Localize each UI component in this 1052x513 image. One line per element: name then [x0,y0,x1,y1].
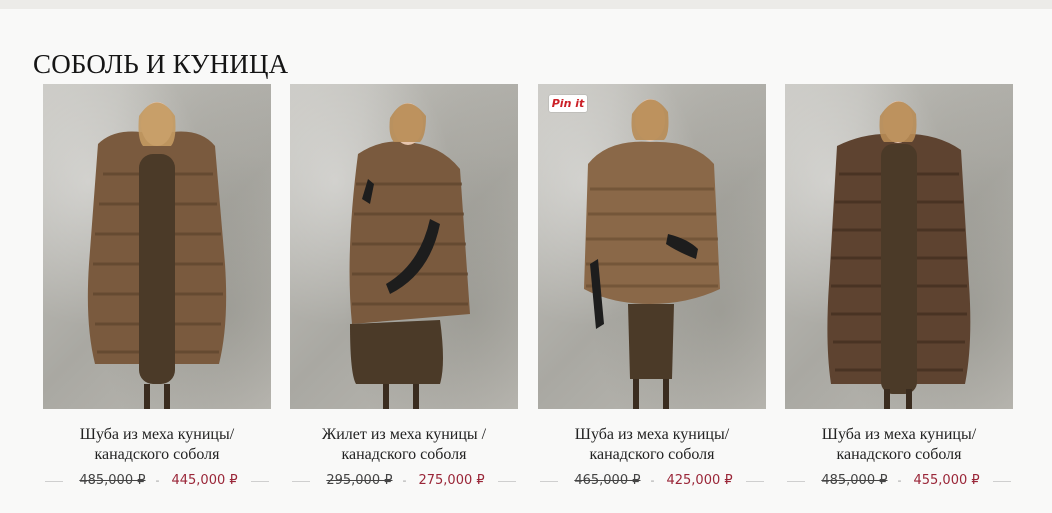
product-image[interactable]: Pin it [538,84,766,409]
product-image[interactable] [785,84,1013,409]
product-name[interactable]: Шуба из меха куницы/ канадского соболя [785,425,1013,465]
model-illustration [349,103,470,409]
price-separator: - [650,474,655,487]
product-name-line1: Жилет из меха куницы / [321,426,487,443]
price-separator: - [897,474,902,487]
price-divider-left [45,480,64,482]
top-bar [0,0,1052,9]
product-name-line1: Шуба из меха куницы/ [574,426,730,443]
product-name-line2: канадского соболя [836,446,962,463]
price-divider-right [497,480,516,482]
price-row: 295,000 ₽ - 275,000 ₽ [290,473,518,489]
price-divider-right [250,480,269,482]
model-illustration [87,102,227,409]
sale-price: 455,000 ₽ [913,473,980,488]
product-name[interactable]: Шуба из меха куницы/ канадского соболя [43,425,271,465]
price-divider-left [540,480,559,482]
product-name-line1: Шуба из меха куницы/ [821,426,977,443]
product-card[interactable]: Шуба из меха куницы/ канадского соболя 4… [785,84,1013,489]
price-divider-right [992,480,1011,482]
model-illustration [584,99,720,409]
price-separator: - [402,474,407,487]
old-price: 465,000 ₽ [574,473,641,488]
price-row: 485,000 ₽ - 445,000 ₽ [43,473,271,489]
price-divider-left [292,480,311,482]
product-name-line2: канадского соболя [94,446,220,463]
model-illustration [827,101,971,409]
price-separator: - [155,474,160,487]
old-price: 485,000 ₽ [821,473,888,488]
product-name[interactable]: Жилет из меха куницы / канадского соболя [290,425,518,465]
product-card[interactable]: Жилет из меха куницы / канадского соболя… [290,84,518,489]
old-price: 295,000 ₽ [326,473,393,488]
product-name-line1: Шуба из меха куницы/ [79,426,235,443]
product-name[interactable]: Шуба из меха куницы/ канадского соболя [538,425,766,465]
pin-it-button[interactable]: Pin it [549,95,587,112]
old-price: 485,000 ₽ [79,473,146,488]
product-name-line2: канадского соболя [589,446,715,463]
price-row: 465,000 ₽ - 425,000 ₽ [538,473,766,489]
product-grid: Шуба из меха куницы/ канадского соболя 4… [43,84,1013,504]
product-card[interactable]: Шуба из меха куницы/ канадского соболя 4… [43,84,271,489]
sale-price: 425,000 ₽ [666,473,733,488]
sale-price: 275,000 ₽ [418,473,485,488]
sale-price: 445,000 ₽ [171,473,238,488]
product-card[interactable]: Pin it Шуба из меха куницы/ канадского с… [538,84,766,489]
section-title: СОБОЛЬ И КУНИЦА [33,49,289,80]
price-divider-left [787,480,806,482]
product-image[interactable] [43,84,271,409]
product-image[interactable] [290,84,518,409]
product-name-line2: канадского соболя [341,446,467,463]
price-divider-right [745,480,764,482]
price-row: 485,000 ₽ - 455,000 ₽ [785,473,1013,489]
